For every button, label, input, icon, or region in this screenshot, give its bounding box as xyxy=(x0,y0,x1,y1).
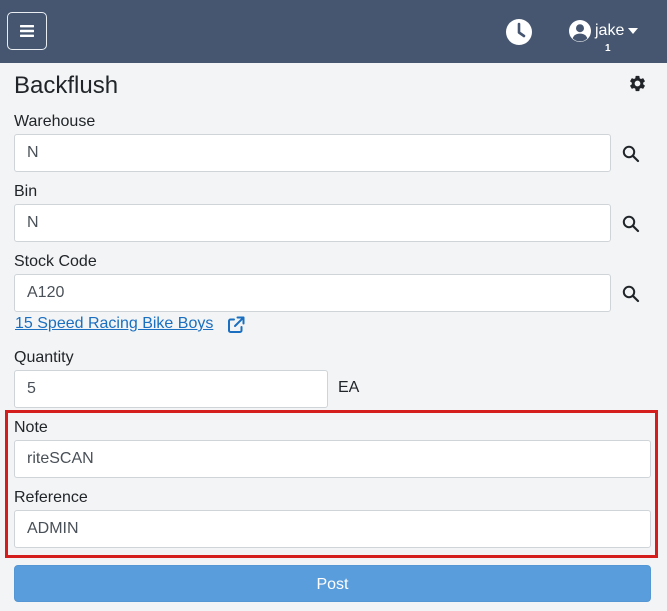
stock-code-search-button[interactable] xyxy=(622,285,640,303)
gear-icon xyxy=(630,75,645,92)
top-navbar: jake 1 xyxy=(0,0,667,63)
post-button[interactable]: Post xyxy=(14,565,651,602)
stock-code-label: Stock Code xyxy=(14,253,97,270)
search-icon xyxy=(622,145,640,163)
external-link-icon xyxy=(228,316,245,333)
warehouse-search-button[interactable] xyxy=(622,145,640,163)
warehouse-label: Warehouse xyxy=(14,113,96,130)
stock-description-link[interactable]: 15 Speed Racing Bike Boys xyxy=(15,315,213,333)
quantity-input[interactable] xyxy=(14,370,328,408)
history-button[interactable] xyxy=(504,17,534,47)
user-badge: 1 xyxy=(605,43,611,54)
stock-code-input[interactable] xyxy=(14,274,611,312)
bin-search-button[interactable] xyxy=(622,215,640,233)
open-stock-item-button[interactable] xyxy=(227,316,245,334)
user-circle-icon xyxy=(569,20,591,42)
bin-label: Bin xyxy=(14,183,38,200)
reference-input[interactable] xyxy=(14,510,651,548)
clock-icon xyxy=(506,19,532,45)
username-label: jake xyxy=(595,22,625,39)
warehouse-input[interactable] xyxy=(14,134,611,172)
search-icon xyxy=(622,285,640,303)
settings-button[interactable] xyxy=(628,74,647,93)
user-menu-dropdown[interactable]: jake 1 xyxy=(568,19,648,55)
note-input[interactable] xyxy=(14,440,651,478)
reference-label: Reference xyxy=(14,489,88,506)
caret-down-icon xyxy=(628,28,638,34)
page-title: Backflush xyxy=(14,72,119,99)
note-label: Note xyxy=(14,419,48,436)
hamburger-icon xyxy=(20,25,34,37)
bin-input[interactable] xyxy=(14,204,611,242)
menu-toggle-button[interactable] xyxy=(7,12,47,50)
search-icon xyxy=(622,215,640,233)
quantity-label: Quantity xyxy=(14,349,74,366)
unit-of-measure: EA xyxy=(338,379,360,396)
